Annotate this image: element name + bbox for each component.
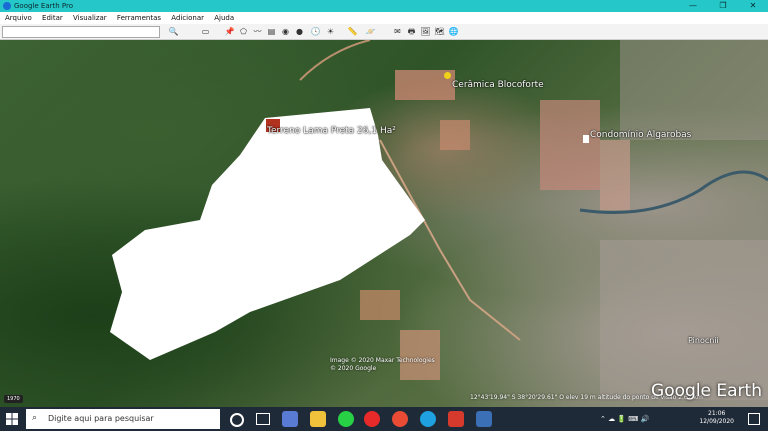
sunlight-icon[interactable]: ☀ xyxy=(325,26,336,37)
cursor-icon xyxy=(583,135,589,143)
copyright-line: © 2020 Google xyxy=(330,365,377,372)
taskbar-search-box[interactable]: ⌕ Digite aqui para pesquisar xyxy=(26,409,220,429)
polygon-icon[interactable]: ⬠ xyxy=(238,26,249,37)
email-icon[interactable]: ✉ xyxy=(392,26,403,37)
imagery-copyright: Image © 2020 Maxar Technologies © 2020 G… xyxy=(330,357,435,373)
housing-block xyxy=(600,140,630,210)
year-badge[interactable]: 1970 xyxy=(4,395,23,403)
word-icon[interactable] xyxy=(476,411,492,427)
task-view-icon[interactable] xyxy=(256,413,270,425)
ruler-icon[interactable]: 📏 xyxy=(347,26,358,37)
taskbar-search-placeholder: Digite aqui para pesquisar xyxy=(48,414,154,423)
urban-area xyxy=(600,240,768,400)
menu-ajuda[interactable]: Ajuda xyxy=(211,12,237,24)
path-icon[interactable]: 〰 xyxy=(252,26,263,37)
google-earth-icon xyxy=(3,2,11,10)
window-title: Google Earth Pro xyxy=(14,2,74,10)
toolbar: 🔍 ▭ 📌 ⬠ 〰 ▤ ◉ ● 🕓 ☀ 📏 🪐 ✉ 🖶 🖼 🗺 🌐 xyxy=(0,24,768,40)
file-explorer-icon[interactable] xyxy=(310,411,326,427)
windows-start-icon[interactable] xyxy=(6,413,18,425)
print-icon[interactable]: 🖶 xyxy=(406,26,417,37)
map-overlays xyxy=(110,40,768,400)
dirt-road xyxy=(299,40,371,81)
menu-adicionar[interactable]: Adicionar xyxy=(168,12,207,24)
google-earth-taskbar-icon[interactable] xyxy=(282,411,298,427)
window-controls: — ❐ ✕ xyxy=(678,0,768,12)
opera-icon[interactable] xyxy=(364,411,380,427)
minimize-button[interactable]: — xyxy=(678,0,708,12)
clock-date: 12/09/2020 xyxy=(699,418,734,425)
close-button[interactable]: ✕ xyxy=(738,0,768,12)
notifications-icon[interactable] xyxy=(748,413,760,425)
taskbar: ⌕ Digite aqui para pesquisar ⌃ ☁ 🔋 ⌨ 🔊 2… xyxy=(0,407,768,431)
search-icon: ⌕ xyxy=(32,413,38,423)
quarry-area xyxy=(360,290,400,320)
tour-icon[interactable]: ◉ xyxy=(280,26,291,37)
whatsapp-icon[interactable] xyxy=(338,411,354,427)
quarry-area xyxy=(440,120,470,150)
maps-icon[interactable]: 🗺 xyxy=(434,26,445,37)
search-input[interactable] xyxy=(2,26,160,38)
land-polygon[interactable] xyxy=(110,108,425,360)
ceramica-label[interactable]: Cerâmica Blocoforte xyxy=(452,80,544,90)
record-icon[interactable]: ● xyxy=(294,26,305,37)
save-image-icon[interactable]: 🖼 xyxy=(420,26,431,37)
clock-time: 21:06 xyxy=(708,410,726,417)
menu-arquivo[interactable]: Arquivo xyxy=(2,12,35,24)
maximize-button[interactable]: ❐ xyxy=(708,0,738,12)
housing-block xyxy=(540,100,600,190)
cortana-icon[interactable] xyxy=(230,413,244,427)
menu-visualizar[interactable]: Visualizar xyxy=(70,12,110,24)
terreno-label[interactable]: Terreno Lama Preta 26,1 Ha² xyxy=(267,126,396,136)
google-earth-logo: Google Earth xyxy=(651,381,762,401)
placemark-icon[interactable]: 📌 xyxy=(224,26,235,37)
earth-icon[interactable]: 🌐 xyxy=(448,26,459,37)
menu-bar: Arquivo Editar Visualizar Ferramentas Ad… xyxy=(0,12,768,24)
acrobat-icon[interactable] xyxy=(448,411,464,427)
map-view[interactable]: Terreno Lama Preta 26,1 Ha² Cerâmica Blo… xyxy=(0,40,768,407)
urban-area xyxy=(620,40,768,140)
search-icon[interactable]: 🔍 xyxy=(168,26,179,37)
tray-icons[interactable]: ⌃ ☁ 🔋 ⌨ 🔊 xyxy=(600,415,649,423)
sidebar-toggle-icon[interactable]: ▭ xyxy=(200,26,211,37)
pinocnii-label: Pinocnii xyxy=(688,336,719,345)
year-badge-label: 1970 xyxy=(7,396,20,402)
edge-icon[interactable] xyxy=(420,411,436,427)
condominio-label[interactable]: Condomínio Algarobas xyxy=(590,130,691,140)
title-bar: Google Earth Pro — ❐ ✕ xyxy=(0,0,768,12)
overlay-icon[interactable]: ▤ xyxy=(266,26,277,37)
menu-editar[interactable]: Editar xyxy=(39,12,66,24)
taskbar-clock[interactable]: 21:06 12/09/2020 xyxy=(699,410,734,426)
pushpin-icon[interactable] xyxy=(444,72,451,79)
menu-ferramentas[interactable]: Ferramentas xyxy=(114,12,164,24)
copyright-line: Image © 2020 Maxar Technologies xyxy=(330,357,435,364)
chrome-icon[interactable] xyxy=(392,411,408,427)
planet-icon[interactable]: 🪐 xyxy=(365,26,376,37)
history-icon[interactable]: 🕓 xyxy=(310,26,321,37)
